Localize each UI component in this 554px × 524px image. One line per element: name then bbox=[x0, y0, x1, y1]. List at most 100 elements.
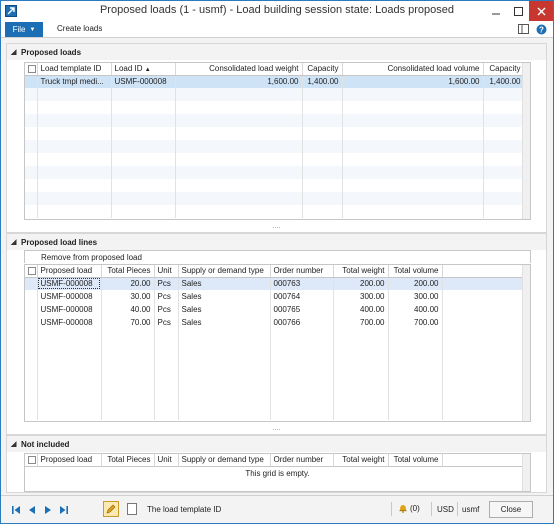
row-checkbox[interactable] bbox=[25, 290, 38, 303]
column-header[interactable]: Supply or demand type bbox=[178, 265, 271, 278]
table-cell[interactable]: 70.00 bbox=[101, 316, 155, 329]
close-button[interactable]: Close bbox=[489, 501, 533, 518]
column-header[interactable]: Unit bbox=[154, 265, 179, 278]
resize-gripper[interactable]: .... bbox=[7, 425, 546, 433]
table-row[interactable]: USMF-000008 30.00 Pcs Sales 000764 300.0… bbox=[25, 290, 525, 303]
close-window-button[interactable] bbox=[529, 1, 553, 21]
table-cell[interactable]: 300.00 bbox=[333, 290, 389, 303]
select-all-checkbox[interactable] bbox=[25, 63, 38, 76]
table-cell[interactable]: Sales bbox=[178, 290, 271, 303]
table-cell[interactable]: 000763 bbox=[270, 277, 334, 290]
not-included-header[interactable]: ◢ Not included bbox=[7, 436, 546, 452]
table-cell[interactable]: 300.00 bbox=[388, 290, 443, 303]
previous-record-icon[interactable] bbox=[27, 505, 37, 515]
select-all-checkbox[interactable] bbox=[25, 265, 38, 278]
column-header[interactable]: Consolidated load volume bbox=[342, 63, 484, 76]
table-cell[interactable]: 30.00 bbox=[101, 290, 155, 303]
row-checkbox[interactable] bbox=[25, 75, 38, 88]
table-row[interactable]: Truck tmpl medi... USMF-000008 1,600.00 … bbox=[25, 75, 525, 88]
next-record-icon[interactable] bbox=[43, 505, 53, 515]
table-cell[interactable]: USMF-000008 bbox=[37, 316, 102, 329]
currency-indicator[interactable]: USD bbox=[437, 505, 454, 514]
table-cell[interactable]: Pcs bbox=[154, 303, 179, 316]
table-cell[interactable]: Sales bbox=[178, 303, 271, 316]
row-checkbox[interactable] bbox=[25, 303, 38, 316]
column-header[interactable]: Supply or demand type bbox=[178, 454, 271, 467]
column-header[interactable]: Total volume bbox=[388, 265, 443, 278]
column-header[interactable]: Capacity bbox=[483, 63, 525, 76]
table-cell[interactable]: 200.00 bbox=[333, 277, 389, 290]
last-record-icon[interactable] bbox=[59, 505, 69, 515]
column-header[interactable]: Total Pieces bbox=[101, 454, 155, 467]
table-cell[interactable]: 200.00 bbox=[388, 277, 443, 290]
table-cell[interactable]: 1,600.00 bbox=[175, 75, 303, 88]
proposed-loads-header[interactable]: ◢ Proposed loads bbox=[7, 44, 546, 60]
column-header[interactable]: Total weight bbox=[333, 265, 389, 278]
column-header[interactable]: Consolidated load weight bbox=[175, 63, 303, 76]
table-cell[interactable]: Truck tmpl medi... bbox=[37, 75, 112, 88]
table-cell[interactable]: 700.00 bbox=[388, 316, 443, 329]
column-header[interactable]: Total weight bbox=[333, 454, 389, 467]
column-header-load-id[interactable]: Load ID ▲ bbox=[111, 63, 176, 76]
resize-gripper[interactable]: .... bbox=[7, 223, 546, 231]
table-cell[interactable]: Sales bbox=[178, 316, 271, 329]
column-header[interactable]: Proposed load bbox=[37, 265, 102, 278]
file-menu-button[interactable]: File ▼ bbox=[5, 22, 43, 37]
table-row[interactable]: USMF-000008 40.00 Pcs Sales 000765 400.0… bbox=[25, 303, 525, 316]
table-cell[interactable]: USMF-000008 bbox=[111, 75, 176, 88]
column-header[interactable]: Load template ID bbox=[37, 63, 112, 76]
notifications-button[interactable]: (0) bbox=[398, 503, 420, 513]
vertical-scrollbar[interactable] bbox=[522, 63, 530, 219]
column-header[interactable]: Unit bbox=[154, 454, 179, 467]
table-cell[interactable]: 400.00 bbox=[388, 303, 443, 316]
create-loads-button[interactable]: Create loads bbox=[57, 24, 102, 33]
first-record-icon[interactable] bbox=[11, 505, 21, 515]
table-cell[interactable]: Sales bbox=[178, 277, 271, 290]
table-cell[interactable]: 700.00 bbox=[333, 316, 389, 329]
table-cell[interactable]: USMF-000008 bbox=[37, 290, 102, 303]
row-checkbox[interactable] bbox=[25, 277, 38, 290]
column-header-label: Load ID bbox=[114, 64, 143, 74]
table-cell[interactable]: USMF-000008 bbox=[37, 303, 102, 316]
help-icon[interactable]: ? bbox=[535, 23, 547, 35]
column-header[interactable]: Total volume bbox=[388, 454, 443, 467]
grid-action-bar: Remove from proposed load bbox=[24, 250, 531, 263]
document-icon[interactable] bbox=[127, 503, 137, 515]
vertical-scrollbar[interactable] bbox=[522, 454, 530, 491]
minimize-button[interactable] bbox=[485, 1, 507, 21]
proposed-load-lines-header[interactable]: ◢ Proposed load lines bbox=[7, 234, 546, 250]
file-menu-label: File bbox=[12, 25, 26, 34]
sort-ascending-icon: ▲ bbox=[144, 67, 151, 74]
grid-header-row: Proposed load Total Pieces Unit Supply o… bbox=[25, 265, 525, 278]
table-cell[interactable]: 000765 bbox=[270, 303, 334, 316]
column-header[interactable]: Proposed load bbox=[37, 454, 102, 467]
table-cell[interactable]: 1,400.00 bbox=[483, 75, 525, 88]
table-cell[interactable]: 000764 bbox=[270, 290, 334, 303]
column-header[interactable]: Order number bbox=[270, 265, 334, 278]
column-header[interactable]: Order number bbox=[270, 454, 334, 467]
grid-header-row: Proposed load Total Pieces Unit Supply o… bbox=[25, 454, 525, 467]
chevron-down-icon: ◢ bbox=[11, 49, 17, 56]
table-cell[interactable]: 400.00 bbox=[333, 303, 389, 316]
table-row[interactable]: USMF-000008 20.00 Pcs Sales 000763 200.0… bbox=[25, 277, 525, 290]
row-checkbox[interactable] bbox=[25, 316, 38, 329]
table-cell[interactable]: Pcs bbox=[154, 277, 179, 290]
remove-from-proposed-load-button[interactable]: Remove from proposed load bbox=[41, 253, 142, 262]
edit-pencil-icon[interactable] bbox=[103, 501, 119, 517]
table-cell[interactable]: 40.00 bbox=[101, 303, 155, 316]
table-cell[interactable]: 20.00 bbox=[101, 277, 155, 290]
table-cell[interactable]: 1,600.00 bbox=[342, 75, 484, 88]
vertical-scrollbar[interactable] bbox=[522, 265, 530, 421]
table-cell[interactable]: 1,400.00 bbox=[302, 75, 343, 88]
table-cell[interactable]: USMF-000008 bbox=[37, 277, 102, 290]
table-cell[interactable]: 000766 bbox=[270, 316, 334, 329]
maximize-button[interactable] bbox=[507, 1, 529, 21]
column-header[interactable]: Total Pieces bbox=[101, 265, 155, 278]
select-all-checkbox[interactable] bbox=[25, 454, 38, 467]
table-cell[interactable]: Pcs bbox=[154, 316, 179, 329]
company-indicator[interactable]: usmf bbox=[462, 505, 479, 514]
table-row[interactable]: USMF-000008 70.00 Pcs Sales 000766 700.0… bbox=[25, 316, 525, 329]
column-header[interactable]: Capacity bbox=[302, 63, 343, 76]
table-cell[interactable]: Pcs bbox=[154, 290, 179, 303]
layout-icon[interactable] bbox=[517, 23, 529, 35]
